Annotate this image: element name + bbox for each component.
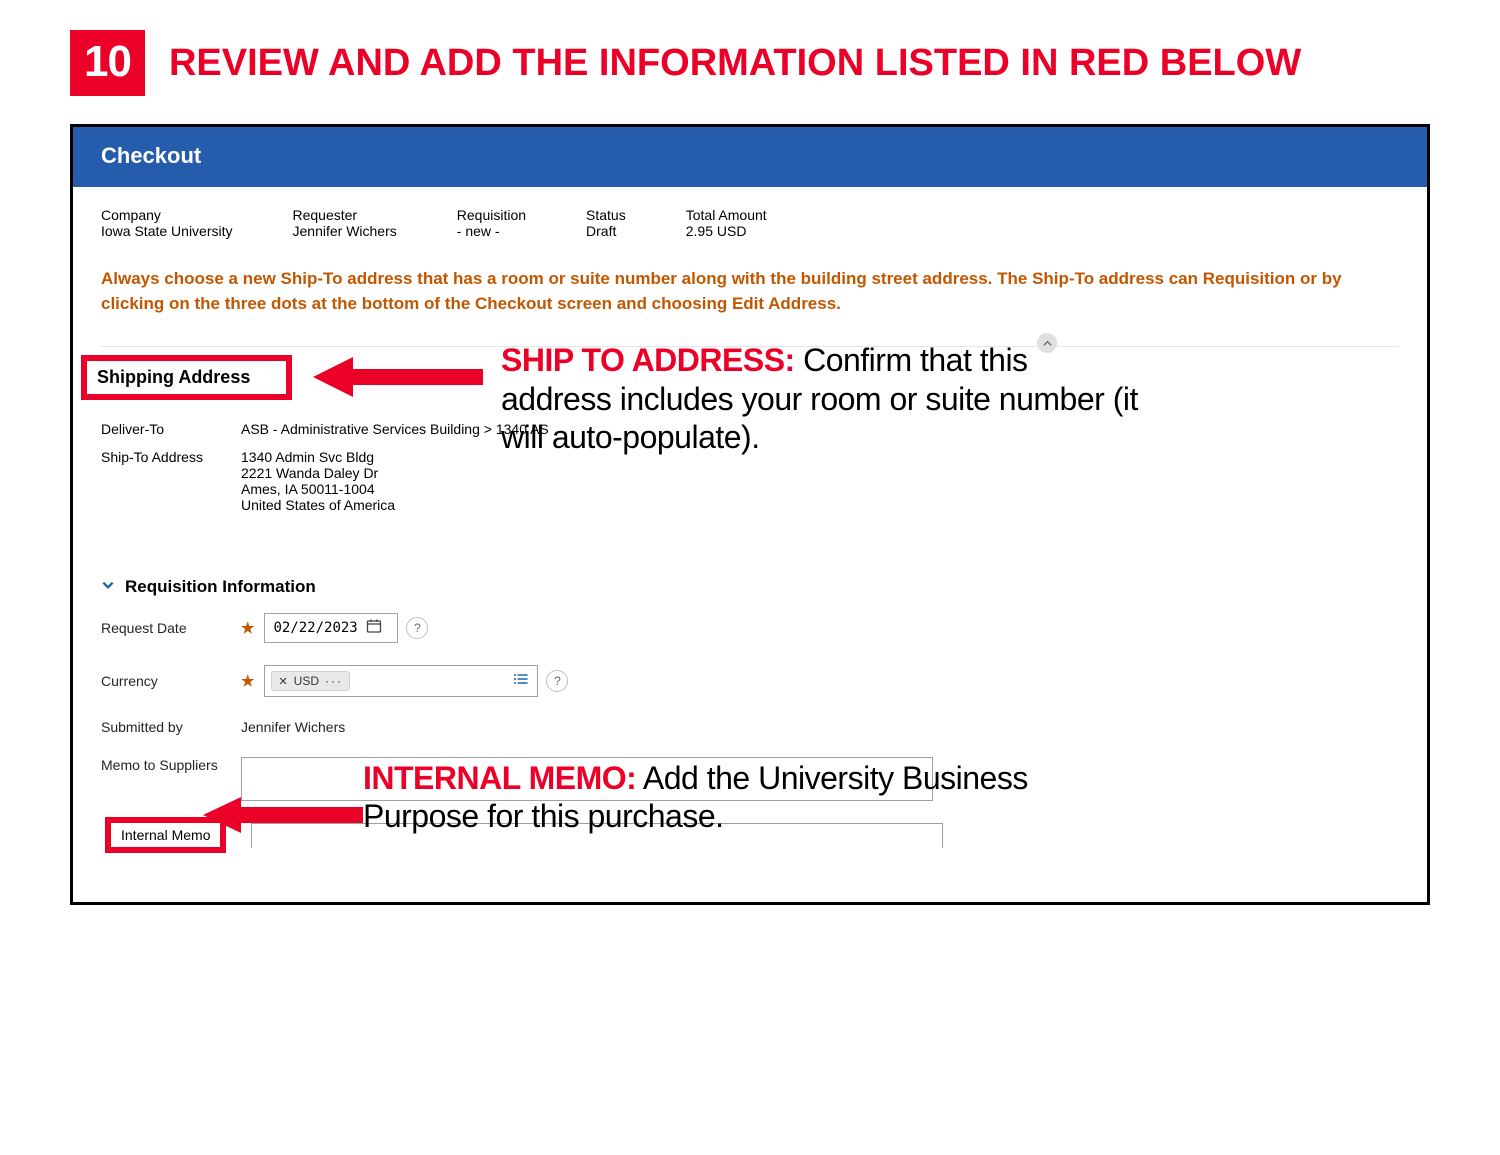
currency-row: Currency ★ ✕ USD ··· ? <box>101 665 1399 697</box>
internal-memo-label: Internal Memo <box>121 827 210 843</box>
calendar-icon[interactable] <box>366 618 382 638</box>
meta-requester: Requester Jennifer Wichers <box>293 207 397 239</box>
chip-remove-icon[interactable]: ✕ <box>278 675 287 688</box>
meta-requisition: Requisition - new - <box>457 207 526 239</box>
submitted-by-row: Submitted by Jennifer Wichers <box>101 719 1399 735</box>
meta-requester-value: Jennifer Wichers <box>293 223 397 239</box>
meta-total: Total Amount 2.95 USD <box>686 207 767 239</box>
step-title: REVIEW AND ADD THE INFORMATION LISTED IN… <box>169 42 1301 85</box>
required-star-icon: ★ <box>241 619 254 637</box>
meta-total-label: Total Amount <box>686 207 767 223</box>
shipping-section: Shipping Address SHIP TO ADDRESS: Confir… <box>73 347 1427 563</box>
list-icon[interactable] <box>513 671 529 692</box>
arrow-icon <box>203 795 363 835</box>
help-icon[interactable]: ? <box>406 617 428 639</box>
shipping-address-heading: Shipping Address <box>97 367 250 387</box>
currency-chip[interactable]: ✕ USD ··· <box>271 671 350 691</box>
deliver-to-label: Deliver-To <box>101 421 241 437</box>
checkout-frame: Checkout Company Iowa State University R… <box>70 124 1430 905</box>
submitted-by-label: Submitted by <box>101 719 241 735</box>
shipto-callout: SHIP TO ADDRESS: Confirm that this addre… <box>501 341 1141 456</box>
arrow-icon <box>313 355 483 399</box>
ship-to-address-label: Ship-To Address <box>101 449 241 465</box>
required-star-icon: ★ <box>241 672 254 690</box>
chip-more-icon[interactable]: ··· <box>325 674 343 688</box>
currency-value: USD <box>294 674 319 688</box>
meta-company: Company Iowa State University <box>101 207 233 239</box>
meta-company-label: Company <box>101 207 233 223</box>
help-icon[interactable]: ? <box>546 670 568 692</box>
ship-to-address-row: Ship-To Address 1340 Admin Svc Bldg 2221… <box>101 449 1399 513</box>
meta-requester-label: Requester <box>293 207 397 223</box>
requisition-info-heading[interactable]: Requisition Information <box>101 577 1399 597</box>
requisition-info-section: Requisition Information Request Date ★ 0… <box>73 563 1427 863</box>
meta-status: Status Draft <box>586 207 626 239</box>
shipto-callout-lead: SHIP TO ADDRESS: <box>501 342 795 378</box>
request-date-row: Request Date ★ 02/22/2023 ? <box>101 613 1399 643</box>
meta-requisition-value: - new - <box>457 223 526 239</box>
meta-status-label: Status <box>586 207 626 223</box>
currency-label: Currency <box>101 673 241 689</box>
chevron-down-icon <box>101 578 115 597</box>
request-date-value: 02/22/2023 <box>273 620 357 636</box>
meta-status-value: Draft <box>586 223 626 239</box>
internal-memo-callout: INTERNAL MEMO: Add the University Busine… <box>363 759 1043 836</box>
meta-requisition-label: Requisition <box>457 207 526 223</box>
ship-to-address-value: 1340 Admin Svc Bldg 2221 Wanda Daley Dr … <box>241 449 395 513</box>
meta-company-value: Iowa State University <box>101 223 233 239</box>
submitted-by-value: Jennifer Wichers <box>241 719 345 735</box>
shipping-address-highlight: Shipping Address <box>81 355 292 400</box>
request-date-label: Request Date <box>101 620 241 636</box>
shipto-warning: Always choose a new Ship-To address that… <box>73 247 1427 346</box>
currency-input[interactable]: ✕ USD ··· <box>264 665 538 697</box>
step-number-badge: 10 <box>70 30 145 96</box>
step-header: 10 REVIEW AND ADD THE INFORMATION LISTED… <box>70 30 1430 96</box>
checkout-meta-row: Company Iowa State University Requester … <box>73 187 1427 247</box>
request-date-input[interactable]: 02/22/2023 <box>264 613 398 643</box>
internal-memo-callout-lead: INTERNAL MEMO: <box>363 760 636 796</box>
checkout-header: Checkout <box>73 127 1427 187</box>
memo-to-suppliers-label: Memo to Suppliers <box>101 757 241 773</box>
meta-total-value: 2.95 USD <box>686 223 767 239</box>
requisition-info-label: Requisition Information <box>125 577 316 597</box>
